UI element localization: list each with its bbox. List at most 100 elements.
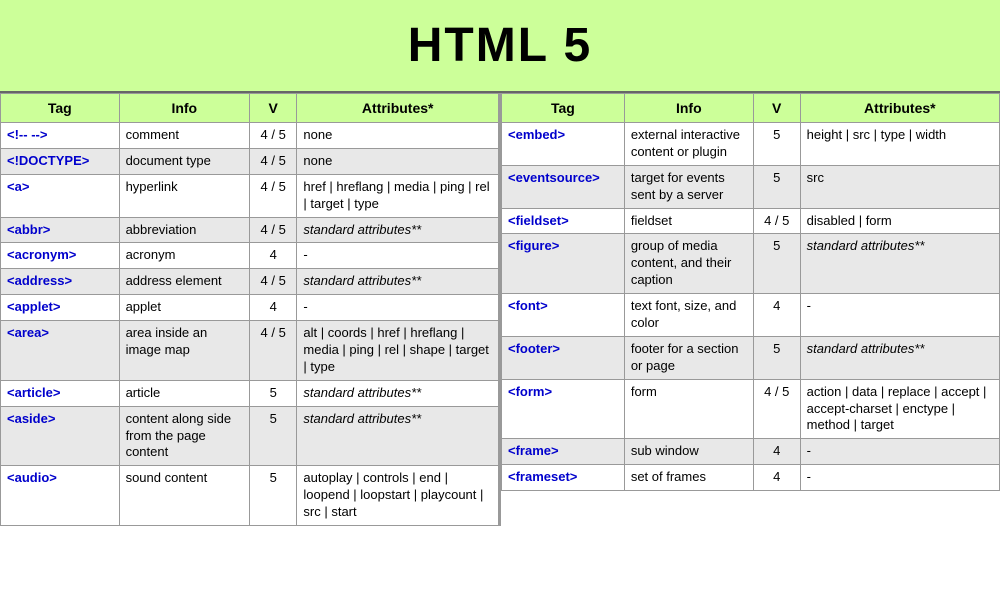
right-table-body: <embed>external interactive content or p… [502, 123, 1000, 491]
page-header: HTML 5 [0, 0, 1000, 93]
tag-cell: <font> [502, 294, 625, 337]
table-row: <footer>footer for a section or page5sta… [502, 336, 1000, 379]
tag-cell: <audio> [1, 466, 120, 526]
attr-cell: href | hreflang | media | ping | rel | t… [297, 174, 499, 217]
version-cell: 4 / 5 [753, 208, 800, 234]
tag-cell: <embed> [502, 123, 625, 166]
right-col-attr: Attributes* [800, 94, 999, 123]
table-row: <frameset>set of frames4- [502, 465, 1000, 491]
info-cell: article [119, 380, 249, 406]
table-row: <fieldset>fieldset4 / 5disabled | form [502, 208, 1000, 234]
table-row: <frame>sub window4- [502, 439, 1000, 465]
right-table-section: Tag Info V Attributes* <embed>external i… [501, 93, 1000, 526]
info-cell: hyperlink [119, 174, 249, 217]
tag-cell: <area> [1, 321, 120, 381]
info-cell: abbreviation [119, 217, 249, 243]
version-cell: 4 [753, 465, 800, 491]
info-cell: comment [119, 123, 249, 149]
attr-cell: action | data | replace | accept | accep… [800, 379, 999, 439]
tag-cell: <figure> [502, 234, 625, 294]
info-cell: document type [119, 148, 249, 174]
table-row: <audio>sound content5autoplay | controls… [1, 466, 499, 526]
tag-cell: <frame> [502, 439, 625, 465]
version-cell: 5 [753, 165, 800, 208]
table-row: <font>text font, size, and color4- [502, 294, 1000, 337]
attr-cell: - [800, 439, 999, 465]
version-cell: 4 / 5 [249, 123, 296, 149]
attr-cell: - [297, 243, 499, 269]
tag-cell: <!DOCTYPE> [1, 148, 120, 174]
table-row: <form>form4 / 5action | data | replace |… [502, 379, 1000, 439]
tag-cell: <abbr> [1, 217, 120, 243]
tag-cell: <fieldset> [502, 208, 625, 234]
info-cell: group of media content, and their captio… [624, 234, 753, 294]
version-cell: 4 / 5 [753, 379, 800, 439]
table-row: <article>article5standard attributes** [1, 380, 499, 406]
info-cell: text font, size, and color [624, 294, 753, 337]
main-content: Tag Info V Attributes* <!-- -->comment4 … [0, 93, 1000, 526]
tag-cell: <eventsource> [502, 165, 625, 208]
version-cell: 5 [249, 466, 296, 526]
tag-cell: <form> [502, 379, 625, 439]
attr-cell: standard attributes** [800, 336, 999, 379]
tag-cell: <frameset> [502, 465, 625, 491]
info-cell: footer for a section or page [624, 336, 753, 379]
version-cell: 4 [249, 295, 296, 321]
version-cell: 4 / 5 [249, 217, 296, 243]
attr-cell: none [297, 148, 499, 174]
info-cell: applet [119, 295, 249, 321]
right-col-v: V [753, 94, 800, 123]
version-cell: 5 [753, 234, 800, 294]
attr-cell: height | src | type | width [800, 123, 999, 166]
left-col-v: V [249, 94, 296, 123]
table-row: <acronym>acronym4- [1, 243, 499, 269]
right-table: Tag Info V Attributes* <embed>external i… [501, 93, 1000, 491]
left-col-attr: Attributes* [297, 94, 499, 123]
left-col-tag: Tag [1, 94, 120, 123]
attr-cell: - [800, 294, 999, 337]
version-cell: 4 [249, 243, 296, 269]
table-row: <embed>external interactive content or p… [502, 123, 1000, 166]
right-table-header-row: Tag Info V Attributes* [502, 94, 1000, 123]
attr-cell: disabled | form [800, 208, 999, 234]
version-cell: 4 [753, 294, 800, 337]
table-row: <!DOCTYPE>document type4 / 5none [1, 148, 499, 174]
tag-cell: <address> [1, 269, 120, 295]
table-row: <eventsource>target for events sent by a… [502, 165, 1000, 208]
info-cell: area inside an image map [119, 321, 249, 381]
left-table-header-row: Tag Info V Attributes* [1, 94, 499, 123]
version-cell: 4 / 5 [249, 148, 296, 174]
tag-cell: <article> [1, 380, 120, 406]
version-cell: 4 [753, 439, 800, 465]
right-col-info: Info [624, 94, 753, 123]
info-cell: set of frames [624, 465, 753, 491]
info-cell: acronym [119, 243, 249, 269]
tag-cell: <acronym> [1, 243, 120, 269]
info-cell: content along side from the page content [119, 406, 249, 466]
attr-cell: - [297, 295, 499, 321]
attr-cell: standard attributes** [297, 380, 499, 406]
table-row: <address>address element4 / 5standard at… [1, 269, 499, 295]
attr-cell: - [800, 465, 999, 491]
version-cell: 4 / 5 [249, 174, 296, 217]
attr-cell: standard attributes** [800, 234, 999, 294]
table-row: <figure>group of media content, and thei… [502, 234, 1000, 294]
table-row: <abbr>abbreviation4 / 5standard attribut… [1, 217, 499, 243]
info-cell: address element [119, 269, 249, 295]
table-row: <applet>applet4- [1, 295, 499, 321]
attr-cell: standard attributes** [297, 269, 499, 295]
attr-cell: none [297, 123, 499, 149]
left-col-info: Info [119, 94, 249, 123]
tag-cell: <aside> [1, 406, 120, 466]
right-col-tag: Tag [502, 94, 625, 123]
info-cell: sub window [624, 439, 753, 465]
version-cell: 5 [249, 380, 296, 406]
version-cell: 5 [249, 406, 296, 466]
version-cell: 4 / 5 [249, 269, 296, 295]
page-title: HTML 5 [0, 18, 1000, 73]
info-cell: external interactive content or plugin [624, 123, 753, 166]
table-row: <!-- -->comment4 / 5none [1, 123, 499, 149]
left-table: Tag Info V Attributes* <!-- -->comment4 … [0, 93, 499, 526]
tag-cell: <a> [1, 174, 120, 217]
tag-cell: <applet> [1, 295, 120, 321]
